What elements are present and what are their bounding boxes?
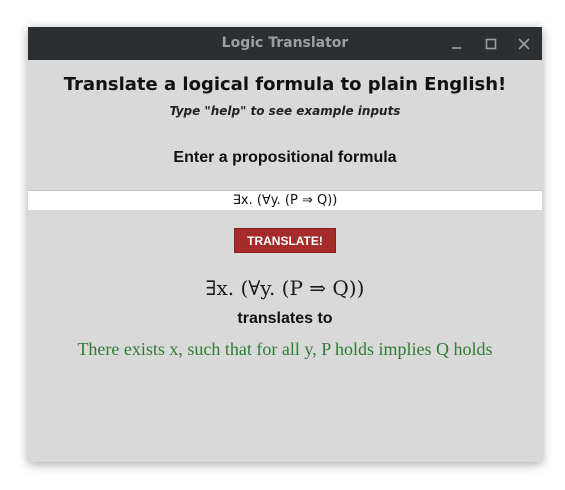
maximize-icon[interactable] <box>482 35 500 53</box>
app-window: Logic Translator Translate a logical for… <box>28 27 542 462</box>
minimize-icon[interactable] <box>448 35 466 53</box>
translate-button[interactable]: TRANSLATE! <box>234 228 336 253</box>
help-hint: Type "help" to see example inputs <box>169 104 401 118</box>
title-bar[interactable]: Logic Translator <box>28 27 542 60</box>
close-icon[interactable] <box>515 35 533 53</box>
result-formula: ∃x. (∀y. (P ⇒ Q)) <box>205 276 365 300</box>
page-heading: Translate a logical formula to plain Eng… <box>63 74 507 95</box>
formula-prompt-label: Enter a propositional formula <box>173 149 397 166</box>
formula-input[interactable] <box>28 190 542 210</box>
result-english-translation: There exists x, such that for all y, P h… <box>77 339 493 359</box>
translates-to-label: translates to <box>237 310 333 327</box>
